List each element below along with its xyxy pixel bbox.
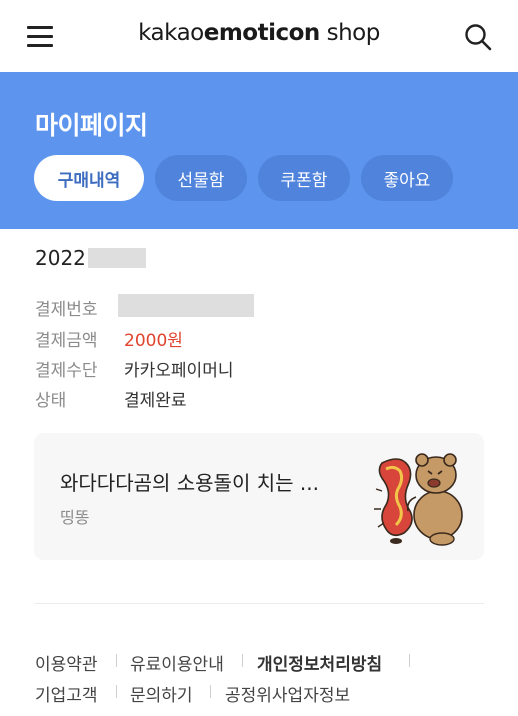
payment-method-value: 카카오페이머니 xyxy=(124,361,234,381)
redacted-payment-number xyxy=(118,294,254,317)
mypage-banner: 마이페이지 구매내역 선물함 쿠폰함 좋아요 xyxy=(0,72,518,229)
footer-inquiry-link[interactable]: 문의하기 xyxy=(130,681,193,706)
footer-separator xyxy=(116,654,117,667)
emoticon-title: 와다다다곰의 소용돌이 치는 ... xyxy=(60,471,319,495)
footer-business-info-link[interactable]: 공정위사업자정보 xyxy=(225,681,350,706)
footer-privacy-link[interactable]: 개인정보처리방침 xyxy=(257,650,382,675)
footer-paid-guide-link[interactable]: 유료이용안내 xyxy=(130,650,224,675)
tab-likes[interactable]: 좋아요 xyxy=(361,155,453,201)
payment-amount-label: 결제금액 xyxy=(35,331,98,351)
footer-separator xyxy=(409,654,410,667)
logo[interactable]: kakaoemoticon shop xyxy=(0,20,518,46)
top-bar: kakaoemoticon shop xyxy=(0,0,518,72)
payment-number-label: 결제번호 xyxy=(35,300,98,320)
footer-terms-link[interactable]: 이용약관 xyxy=(35,650,98,675)
payment-method-label: 결제수단 xyxy=(35,361,98,381)
logo-bold: emoticon xyxy=(203,20,321,46)
emoticon-thumbnail xyxy=(372,449,472,549)
status-value: 결제완료 xyxy=(124,391,187,411)
logo-suffix: shop xyxy=(319,20,381,46)
search-icon[interactable] xyxy=(463,22,493,52)
tab-purchases[interactable]: 구매내역 xyxy=(34,155,144,201)
tab-gifts[interactable]: 선물함 xyxy=(155,155,247,201)
section-divider xyxy=(34,603,484,604)
emoticon-author: 띵똥 xyxy=(60,508,90,527)
emoticon-item-card[interactable]: 와다다다곰의 소용돌이 치는 ... 띵똥 xyxy=(34,433,484,560)
logo-prefix: kakao xyxy=(138,20,204,46)
tab-coupons[interactable]: 쿠폰함 xyxy=(258,155,350,201)
footer-business-link[interactable]: 기업고객 xyxy=(35,681,98,706)
page-title: 마이페이지 xyxy=(35,111,148,140)
footer-separator xyxy=(116,685,117,698)
status-label: 상태 xyxy=(35,391,67,411)
footer-separator xyxy=(242,654,243,667)
purchase-date: 2022. xyxy=(35,246,93,270)
redacted-date xyxy=(88,248,146,268)
footer-separator xyxy=(210,685,211,698)
payment-amount-value: 2000원 xyxy=(124,331,183,351)
